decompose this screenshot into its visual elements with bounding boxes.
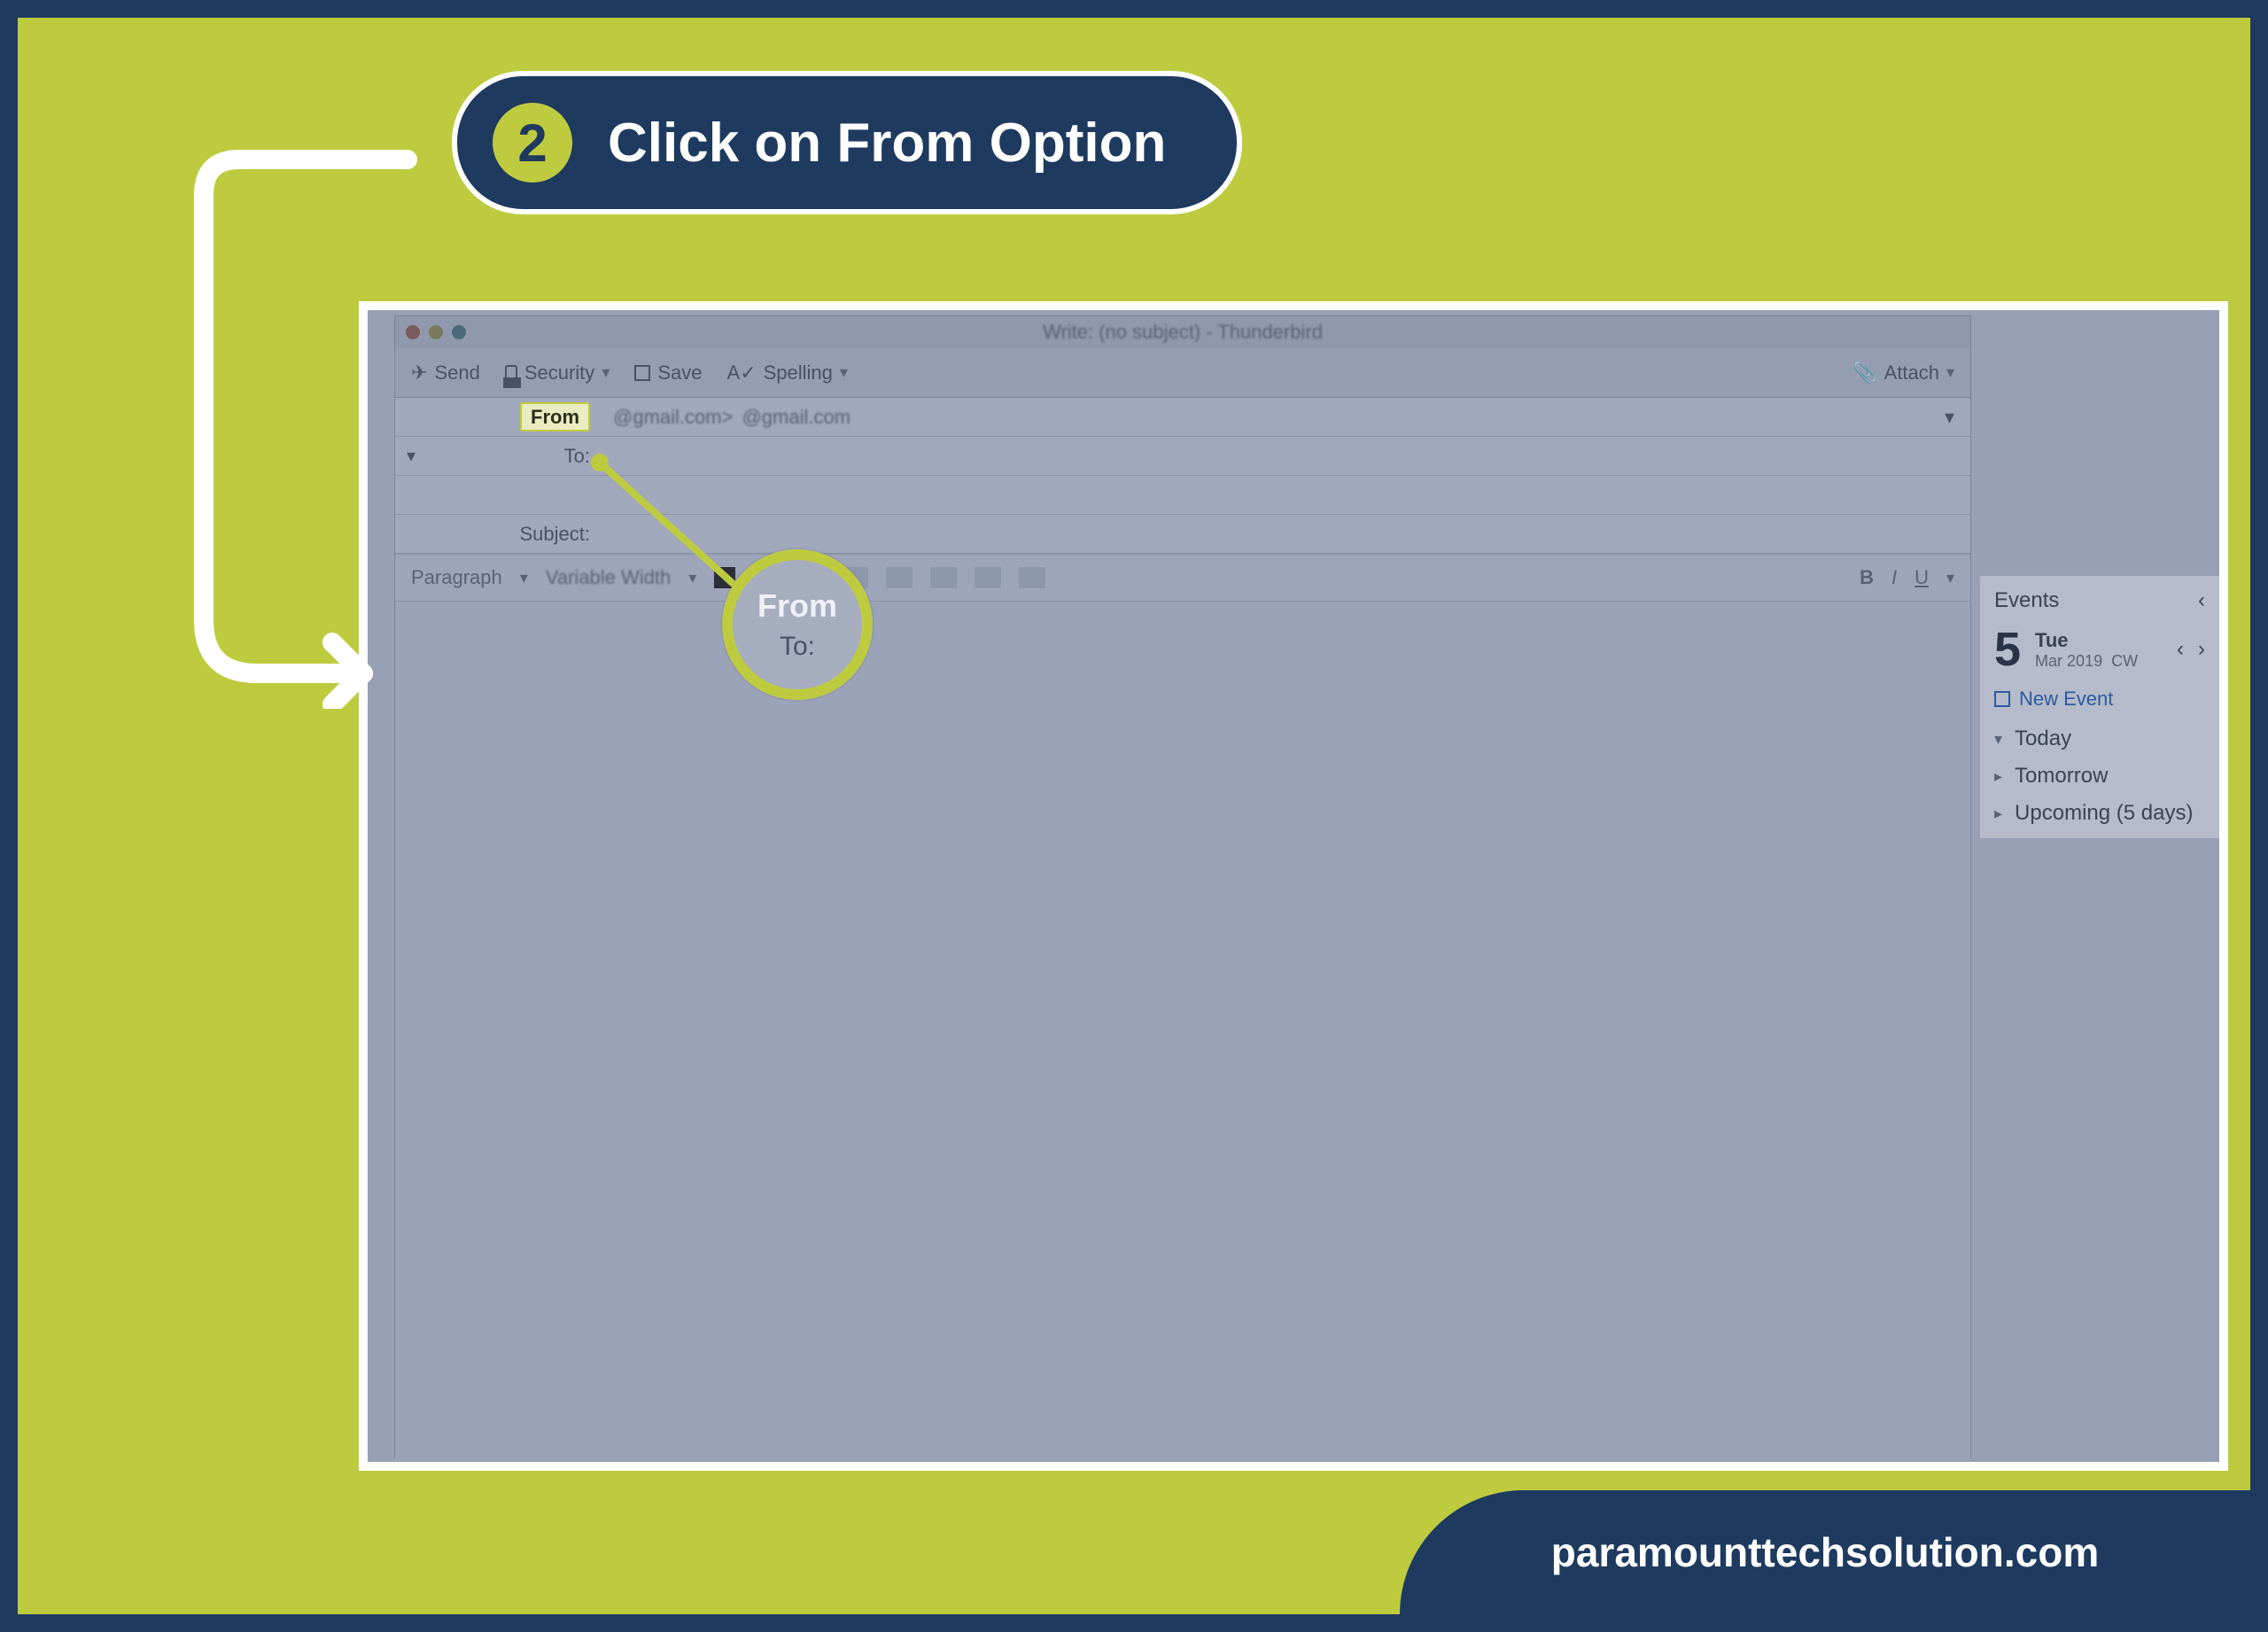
magnifier-callout: From To: bbox=[722, 549, 873, 700]
triangle-right-icon: ▸ bbox=[1994, 767, 2002, 786]
from-value[interactable]: @gmail.com> @gmail.com ▾ bbox=[604, 406, 1970, 429]
to-label: To: bbox=[427, 445, 604, 468]
events-title: Events bbox=[1994, 588, 2059, 613]
chevron-down-icon: ▾ bbox=[1946, 363, 1954, 382]
chevron-down-icon: ▾ bbox=[1946, 569, 1954, 587]
chevron-down-icon: ▾ bbox=[602, 363, 610, 382]
month-year: Mar 2019 bbox=[2035, 652, 2102, 670]
screenshot-frame: Write: (no subject) - Thunderbird ✈ Send… bbox=[359, 301, 2228, 1471]
triangle-right-icon: ▸ bbox=[1994, 804, 2002, 823]
chevron-left-icon[interactable]: ‹ bbox=[2177, 637, 2184, 662]
from-email-a: @gmail.com> bbox=[613, 406, 733, 429]
compose-headers: From @gmail.com> @gmail.com ▾ ▾ To: bbox=[395, 398, 1970, 554]
window-title: Write: (no subject) - Thunderbird bbox=[395, 321, 1970, 344]
attach-label: Attach bbox=[1884, 361, 1939, 385]
bold-button[interactable]: B bbox=[1860, 566, 1874, 589]
spelling-label: Spelling bbox=[764, 361, 833, 385]
insert-icon[interactable] bbox=[886, 567, 913, 588]
from-row[interactable]: From @gmail.com> @gmail.com ▾ bbox=[395, 398, 1970, 437]
tomorrow-label: Tomorrow bbox=[2015, 764, 2108, 789]
subject-label: Subject: bbox=[427, 523, 604, 546]
triangle-down-icon: ▾ bbox=[1994, 730, 2002, 749]
calendar-date: 5 Tue Mar 2019 CW ‹ › bbox=[1994, 622, 2205, 677]
attach-button[interactable]: 📎 Attach ▾ bbox=[1852, 361, 1954, 385]
underline-button[interactable]: U bbox=[1915, 566, 1929, 589]
plus-box-icon bbox=[1994, 691, 2010, 707]
spelling-button[interactable]: A✓ Spelling ▾ bbox=[727, 361, 848, 385]
table-icon[interactable] bbox=[1019, 567, 1045, 588]
magnified-from-label: From bbox=[757, 587, 837, 625]
spellcheck-icon: A✓ bbox=[727, 361, 757, 385]
format-toolbar: Paragraph ▾ Variable Width ▾ B I bbox=[395, 554, 1970, 602]
new-event-button[interactable]: New Event bbox=[1994, 688, 2205, 711]
step-number-badge: 2 bbox=[493, 103, 572, 183]
day-number: 5 bbox=[1994, 622, 2021, 677]
security-label: Security bbox=[524, 361, 594, 385]
from-label-chip[interactable]: From bbox=[520, 402, 590, 431]
step-pill: 2 Click on From Option bbox=[452, 71, 1242, 214]
chevron-down-icon: ▾ bbox=[520, 569, 528, 587]
new-event-label: New Event bbox=[2019, 688, 2113, 711]
save-icon bbox=[634, 365, 650, 381]
weekday: Tue bbox=[2035, 629, 2138, 652]
today-label: Today bbox=[2015, 727, 2071, 751]
chevron-down-icon[interactable]: ▾ bbox=[1945, 406, 1954, 429]
lime-panel: 2 Click on From Option Write bbox=[18, 18, 2250, 1614]
security-button[interactable]: Security ▾ bbox=[505, 361, 610, 385]
chevron-down-icon: ▾ bbox=[688, 569, 696, 587]
link-icon[interactable] bbox=[975, 567, 1001, 588]
brand-footer: paramounttechsolution.com bbox=[1400, 1490, 2250, 1614]
to-row[interactable]: ▾ To: bbox=[395, 437, 1970, 476]
save-button[interactable]: Save bbox=[634, 361, 702, 385]
spacer-row bbox=[395, 476, 1970, 515]
italic-button[interactable]: I bbox=[1891, 566, 1897, 589]
guide-arrow bbox=[186, 142, 452, 709]
step-title: Click on From Option bbox=[608, 112, 1166, 175]
chevron-right-icon[interactable]: › bbox=[2198, 637, 2205, 662]
chevron-left-icon[interactable]: ‹ bbox=[2198, 588, 2205, 613]
upcoming-label: Upcoming (5 days) bbox=[2015, 801, 2193, 826]
from-email-b: @gmail.com bbox=[742, 406, 850, 429]
thunderbird-compose-window: Write: (no subject) - Thunderbird ✈ Send… bbox=[394, 315, 1971, 1458]
font-select[interactable]: Variable Width bbox=[546, 566, 671, 589]
calendar-week: CW bbox=[2111, 652, 2138, 670]
calendar-panel: Events ‹ 5 Tue Mar 2019 CW ‹ › bbox=[1980, 576, 2219, 838]
paperclip-icon: 📎 bbox=[1852, 361, 1876, 385]
lock-icon bbox=[505, 365, 517, 381]
today-section[interactable]: ▾ Today bbox=[1994, 727, 2205, 751]
chevron-down-icon: ▾ bbox=[840, 363, 848, 382]
upcoming-section[interactable]: ▸ Upcoming (5 days) bbox=[1994, 801, 2205, 826]
magnified-to-label: To: bbox=[780, 632, 815, 662]
image-icon[interactable] bbox=[930, 567, 957, 588]
outer-navy-frame: 2 Click on From Option Write bbox=[0, 0, 2268, 1632]
compose-toolbar: ✈ Send Security ▾ Save bbox=[395, 348, 1970, 398]
brand-url: paramounttechsolution.com bbox=[1551, 1528, 2099, 1576]
window-titlebar: Write: (no subject) - Thunderbird bbox=[395, 316, 1970, 348]
compose-body[interactable] bbox=[395, 602, 1970, 1471]
tomorrow-section[interactable]: ▸ Tomorrow bbox=[1994, 764, 2205, 789]
subject-row[interactable]: Subject: bbox=[395, 515, 1970, 554]
screenshot-content: Write: (no subject) - Thunderbird ✈ Send… bbox=[368, 310, 2219, 1462]
save-label: Save bbox=[657, 361, 702, 385]
